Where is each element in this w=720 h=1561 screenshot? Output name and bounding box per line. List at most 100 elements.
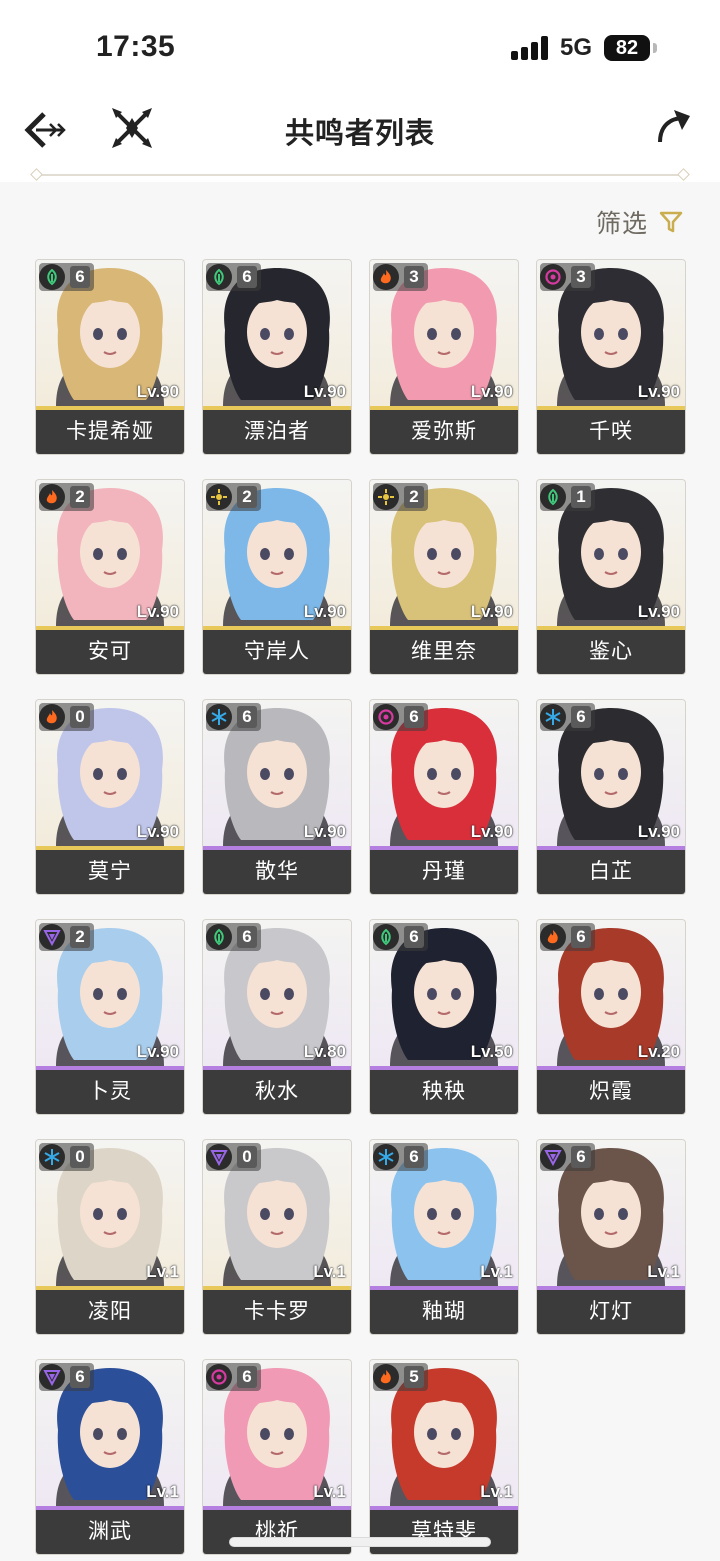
resonator-name: 维里奈 bbox=[370, 630, 518, 674]
sequence-count: 3 bbox=[571, 266, 591, 288]
share-arrow-icon bbox=[658, 110, 690, 143]
resonator-card[interactable]: 6 Lv.90 丹瑾 bbox=[370, 700, 518, 894]
resonator-card[interactable]: 2 Lv.90 维里奈 bbox=[370, 480, 518, 674]
sequence-count: 3 bbox=[404, 266, 424, 288]
page-title: 共鸣者列表 bbox=[284, 118, 435, 150]
battery-tip-icon bbox=[653, 43, 657, 53]
sequence-count: 6 bbox=[237, 1366, 257, 1388]
sequence-badge: 2 bbox=[206, 483, 261, 511]
resonator-list-panel: 筛选 6 Lv.90 卡提希娅 6 Lv.90 漂泊者 3 Lv.90 爱弥斯 3 Lv.90 千咲 2… bbox=[0, 182, 720, 1561]
resonator-name: 桃祈 bbox=[203, 1510, 351, 1554]
resonator-name: 釉瑚 bbox=[370, 1290, 518, 1334]
level-label: Lv.1 bbox=[146, 1262, 179, 1281]
home-indicator[interactable] bbox=[230, 1538, 490, 1546]
level-label: Lv.90 bbox=[136, 1042, 179, 1061]
sequence-count: 2 bbox=[237, 486, 257, 508]
level-label: Lv.90 bbox=[303, 382, 346, 401]
resonator-card[interactable]: 6 Lv.90 漂泊者 bbox=[203, 260, 351, 454]
level-label: Lv.50 bbox=[470, 1042, 513, 1061]
resonator-card[interactable]: 6 Lv.20 炽霞 bbox=[537, 920, 685, 1114]
resonator-card[interactable]: 2 Lv.90 安可 bbox=[36, 480, 184, 674]
fusion-element-icon bbox=[373, 1364, 399, 1390]
sequence-badge: 6 bbox=[373, 1143, 428, 1171]
level-label: Lv.1 bbox=[480, 1262, 513, 1281]
level-label: Lv.90 bbox=[470, 382, 513, 401]
level-label: Lv.1 bbox=[313, 1262, 346, 1281]
electro-element-icon bbox=[39, 924, 65, 950]
resonator-card[interactable]: 6 Lv.90 卡提希娅 bbox=[36, 260, 184, 454]
glacio-element-icon bbox=[373, 1144, 399, 1170]
resonator-card[interactable]: 6 Lv.50 秧秧 bbox=[370, 920, 518, 1114]
electro-element-icon bbox=[540, 1144, 566, 1170]
sequence-badge: 6 bbox=[540, 923, 595, 951]
status-time: 17:35 bbox=[96, 30, 176, 63]
resonator-name: 莫特斐 bbox=[370, 1510, 518, 1554]
resonator-card[interactable]: 6 Lv.80 秋水 bbox=[203, 920, 351, 1114]
resonator-card[interactable]: 6 Lv.1 灯灯 bbox=[537, 1140, 685, 1334]
aero-element-icon bbox=[540, 484, 566, 510]
sequence-count: 6 bbox=[70, 266, 90, 288]
resonator-card[interactable]: 2 Lv.90 卜灵 bbox=[36, 920, 184, 1114]
level-label: Lv.90 bbox=[303, 822, 346, 841]
sequence-badge: 6 bbox=[206, 1363, 261, 1391]
network-type: 5G bbox=[560, 34, 593, 61]
havoc-element-icon bbox=[540, 264, 566, 290]
aero-element-icon bbox=[206, 264, 232, 290]
sequence-count: 5 bbox=[404, 1366, 424, 1388]
electro-element-icon bbox=[39, 1364, 65, 1390]
resonator-name: 鉴心 bbox=[537, 630, 685, 674]
sequence-count: 0 bbox=[237, 1146, 257, 1168]
sequence-badge: 5 bbox=[373, 1363, 428, 1391]
aero-element-icon bbox=[373, 924, 399, 950]
share-button[interactable] bbox=[654, 106, 694, 146]
aero-element-icon bbox=[39, 264, 65, 290]
havoc-element-icon bbox=[206, 1364, 232, 1390]
sequence-badge: 6 bbox=[206, 703, 261, 731]
sequence-badge: 6 bbox=[206, 263, 261, 291]
resonator-card[interactable]: 0 Lv.90 莫宁 bbox=[36, 700, 184, 894]
sequence-count: 6 bbox=[70, 1366, 90, 1388]
filter-button[interactable]: 筛选 bbox=[596, 204, 684, 240]
resonator-card[interactable]: 6 Lv.90 散华 bbox=[203, 700, 351, 894]
level-label: Lv.90 bbox=[637, 382, 680, 401]
level-label: Lv.90 bbox=[136, 382, 179, 401]
sequence-count: 6 bbox=[404, 706, 424, 728]
resonator-card[interactable]: 2 Lv.90 守岸人 bbox=[203, 480, 351, 674]
app-header: 共鸣者列表 bbox=[0, 96, 720, 182]
level-label: Lv.20 bbox=[637, 1042, 680, 1061]
fusion-element-icon bbox=[39, 704, 65, 730]
sequence-count: 6 bbox=[571, 706, 591, 728]
havoc-element-icon bbox=[373, 704, 399, 730]
resonator-card[interactable]: 6 Lv.1 渊武 bbox=[36, 1360, 184, 1554]
sequence-badge: 6 bbox=[39, 263, 94, 291]
resonator-card[interactable]: 3 Lv.90 爱弥斯 bbox=[370, 260, 518, 454]
sequence-badge: 6 bbox=[206, 923, 261, 951]
resonator-card[interactable]: 6 Lv.1 釉瑚 bbox=[370, 1140, 518, 1334]
sequence-badge: 6 bbox=[39, 1363, 94, 1391]
resonator-card[interactable]: 1 Lv.90 鉴心 bbox=[537, 480, 685, 674]
level-label: Lv.90 bbox=[470, 822, 513, 841]
resonator-name: 白芷 bbox=[537, 850, 685, 894]
resonator-name: 丹瑾 bbox=[370, 850, 518, 894]
sequence-count: 6 bbox=[571, 926, 591, 948]
resonator-card[interactable]: 0 Lv.1 凌阳 bbox=[36, 1140, 184, 1334]
sequence-count: 6 bbox=[571, 1146, 591, 1168]
level-label: Lv.1 bbox=[480, 1482, 513, 1501]
resonator-card[interactable]: 6 Lv.90 白芷 bbox=[537, 700, 685, 894]
fusion-element-icon bbox=[540, 924, 566, 950]
sequence-count: 6 bbox=[237, 266, 257, 288]
resonator-name: 安可 bbox=[36, 630, 184, 674]
sequence-badge: 0 bbox=[39, 1143, 94, 1171]
resonator-name: 卜灵 bbox=[36, 1070, 184, 1114]
resonator-name: 秧秧 bbox=[370, 1070, 518, 1114]
glacio-element-icon bbox=[540, 704, 566, 730]
header-divider bbox=[36, 174, 684, 176]
resonator-card[interactable]: 5 Lv.1 莫特斐 bbox=[370, 1360, 518, 1554]
sequence-badge: 0 bbox=[206, 1143, 261, 1171]
resonator-name: 秋水 bbox=[203, 1070, 351, 1114]
glacio-element-icon bbox=[39, 1144, 65, 1170]
resonator-card[interactable]: 3 Lv.90 千咲 bbox=[537, 260, 685, 454]
sequence-badge: 1 bbox=[540, 483, 595, 511]
resonator-card[interactable]: 6 Lv.1 桃祈 bbox=[203, 1360, 351, 1554]
resonator-card[interactable]: 0 Lv.1 卡卡罗 bbox=[203, 1140, 351, 1334]
